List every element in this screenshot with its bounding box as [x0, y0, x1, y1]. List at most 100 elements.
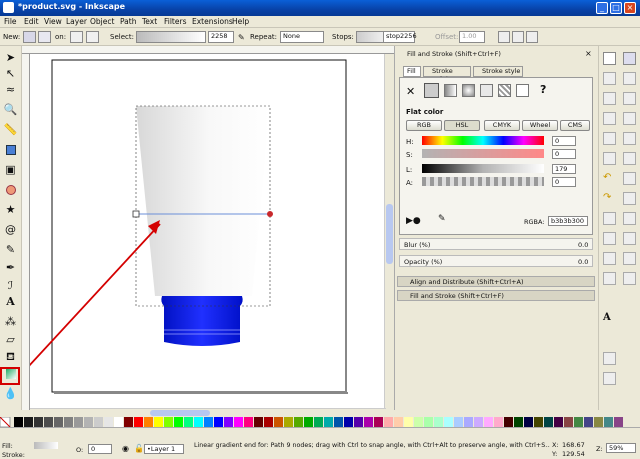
palette-swatch[interactable]	[524, 417, 533, 427]
snap-center-icon[interactable]	[623, 152, 636, 165]
cmd-copy-icon[interactable]	[603, 212, 616, 225]
palette-swatch[interactable]	[504, 417, 513, 427]
snap-bbox-icon[interactable]	[623, 72, 636, 85]
palette-swatch[interactable]	[584, 417, 593, 427]
3d-box-tool-icon[interactable]: ▣	[3, 162, 18, 177]
pencil-tool-icon[interactable]: ✎	[3, 242, 18, 257]
palette-swatch[interactable]	[64, 417, 73, 427]
palette-swatch[interactable]	[264, 417, 273, 427]
palette-swatch[interactable]	[394, 417, 403, 427]
palette-swatch[interactable]	[144, 417, 153, 427]
palette-swatch[interactable]	[154, 417, 163, 427]
edit-gradient-icon[interactable]: ✎	[238, 33, 245, 42]
snap-intersection-icon[interactable]	[623, 212, 636, 225]
palette-swatch[interactable]	[184, 417, 193, 427]
lightness-slider[interactable]	[422, 164, 544, 173]
flat-color-button[interactable]	[424, 83, 439, 98]
menu-filters[interactable]: Filters	[164, 17, 186, 26]
palette-swatch[interactable]	[534, 417, 543, 427]
palette-swatch[interactable]	[554, 417, 563, 427]
palette-swatch[interactable]	[354, 417, 363, 427]
mode-rgb-tab[interactable]: RGB	[406, 120, 442, 131]
mesh-button[interactable]	[480, 84, 493, 97]
tab-stroke-paint[interactable]: Stroke paint	[423, 66, 471, 83]
vertical-scrollbar[interactable]	[384, 54, 394, 410]
palette-swatch[interactable]	[174, 417, 183, 427]
palette-swatch[interactable]	[374, 417, 383, 427]
palette-swatch[interactable]	[224, 417, 233, 427]
palette-swatch[interactable]	[234, 417, 243, 427]
ellipse-tool-icon[interactable]	[3, 182, 18, 197]
close-button[interactable]: ×	[624, 2, 636, 14]
palette-swatch[interactable]	[134, 417, 143, 427]
minimize-button[interactable]: _	[596, 2, 608, 14]
palette-swatch[interactable]	[54, 417, 63, 427]
menu-object[interactable]: Object	[90, 17, 114, 26]
palette-swatch[interactable]	[274, 417, 283, 427]
layer-visibility-icon[interactable]: ◉	[122, 444, 129, 453]
calligraphy-tool-icon[interactable]: ℐ	[3, 278, 18, 293]
palette-swatch[interactable]	[114, 417, 123, 427]
hue-slider[interactable]	[422, 136, 544, 145]
cmd-new-icon[interactable]	[603, 52, 616, 65]
menu-text[interactable]: Text	[142, 17, 157, 26]
menu-file[interactable]: File	[4, 17, 17, 26]
palette-swatch[interactable]	[214, 417, 223, 427]
palette-swatch[interactable]	[464, 417, 473, 427]
opacity-value[interactable]: 0.0	[578, 258, 588, 266]
menu-edit[interactable]: Edit	[24, 17, 39, 26]
l-spinbox[interactable]: 179	[552, 164, 576, 174]
menu-path[interactable]: Path	[120, 17, 136, 26]
snap-nodes-icon[interactable]	[623, 172, 636, 185]
palette-swatch[interactable]	[494, 417, 503, 427]
dialog-close-icon[interactable]: ×	[585, 49, 592, 58]
cmd-export-icon[interactable]	[603, 152, 616, 165]
cmd-paste-icon[interactable]	[603, 232, 616, 245]
new-radial-gradient-button[interactable]	[38, 31, 51, 43]
rectangle-tool-icon[interactable]	[3, 142, 18, 157]
dropper-tool-icon[interactable]: 💧	[3, 386, 18, 401]
palette-swatch[interactable]	[484, 417, 493, 427]
palette-swatch[interactable]	[594, 417, 603, 427]
menu-help[interactable]: Help	[232, 17, 249, 26]
spiral-tool-icon[interactable]: @	[3, 222, 18, 237]
color-palette[interactable]	[0, 416, 640, 428]
text-tool-icon[interactable]: A	[3, 294, 18, 309]
paint-bucket-tool-icon[interactable]: ⛾	[3, 350, 18, 365]
alpha-slider[interactable]	[422, 177, 544, 186]
palette-swatch[interactable]	[304, 417, 313, 427]
s-spinbox[interactable]: 0	[552, 149, 576, 159]
palette-swatch[interactable]	[294, 417, 303, 427]
palette-swatch[interactable]	[384, 417, 393, 427]
eraser-tool-icon[interactable]: ▱	[3, 332, 18, 347]
palette-swatch[interactable]	[574, 417, 583, 427]
pattern-button[interactable]	[498, 84, 511, 97]
palette-swatch[interactable]	[284, 417, 293, 427]
snap-cusp-icon[interactable]	[623, 232, 636, 245]
palette-swatch[interactable]	[124, 417, 133, 427]
delete-stop-button[interactable]	[512, 31, 524, 43]
tab-stroke-style[interactable]: Stroke style	[473, 66, 523, 77]
cmd-save-icon[interactable]	[603, 92, 616, 105]
palette-swatch[interactable]	[544, 417, 553, 427]
gradient-preview[interactable]	[136, 31, 206, 43]
palette-swatch[interactable]	[14, 417, 23, 427]
canvas[interactable]	[15, 54, 386, 410]
menu-view[interactable]: View	[44, 17, 62, 26]
menu-layer[interactable]: Layer	[66, 17, 87, 26]
palette-swatch[interactable]	[564, 417, 573, 427]
no-paint-button[interactable]: ✕	[406, 85, 415, 98]
cmd-duplicate-icon[interactable]	[603, 272, 616, 285]
star-tool-icon[interactable]: ★	[3, 202, 18, 217]
palette-swatch[interactable]	[604, 417, 613, 427]
node-tool-icon[interactable]: ↖	[3, 66, 18, 81]
on-fill-button[interactable]	[70, 31, 83, 43]
maximize-button[interactable]: □	[610, 2, 622, 14]
cmd-print-icon[interactable]	[603, 112, 616, 125]
layer-dropdown[interactable]: •Layer 1	[144, 444, 184, 454]
palette-swatch[interactable]	[34, 417, 43, 427]
opacity-o-field[interactable]: 0	[88, 444, 112, 454]
cmd-redo-icon[interactable]: ↷	[603, 192, 616, 205]
snap-corner-icon[interactable]	[623, 112, 636, 125]
zoom-tool-icon[interactable]: 🔍	[3, 102, 18, 117]
